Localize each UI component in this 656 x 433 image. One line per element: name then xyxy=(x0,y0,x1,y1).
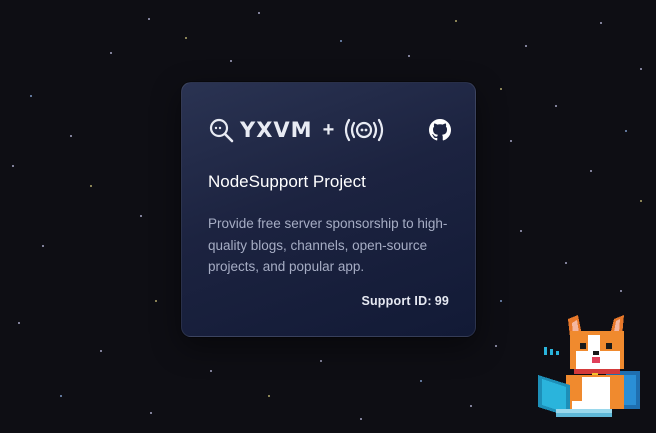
logo-row: YXVM + xyxy=(208,117,386,143)
nodesupport-card: YXVM + NodeSupport Project Provide free … xyxy=(181,82,476,337)
plus-sign: + xyxy=(322,118,335,141)
support-id-value: 99 xyxy=(434,294,449,308)
radio-broadcast-icon xyxy=(345,118,384,142)
card-description: Provide free server sponsorship to high-… xyxy=(208,216,448,274)
corgi-mascot xyxy=(538,315,640,417)
card-title: NodeSupport Project xyxy=(208,172,366,191)
magnifier-logo-icon xyxy=(209,118,234,143)
support-id-label: Support ID: xyxy=(361,294,432,308)
github-icon[interactable] xyxy=(429,119,451,141)
support-id-row: Support ID: 99 xyxy=(358,294,449,308)
brand-text: YXVM xyxy=(240,118,313,142)
